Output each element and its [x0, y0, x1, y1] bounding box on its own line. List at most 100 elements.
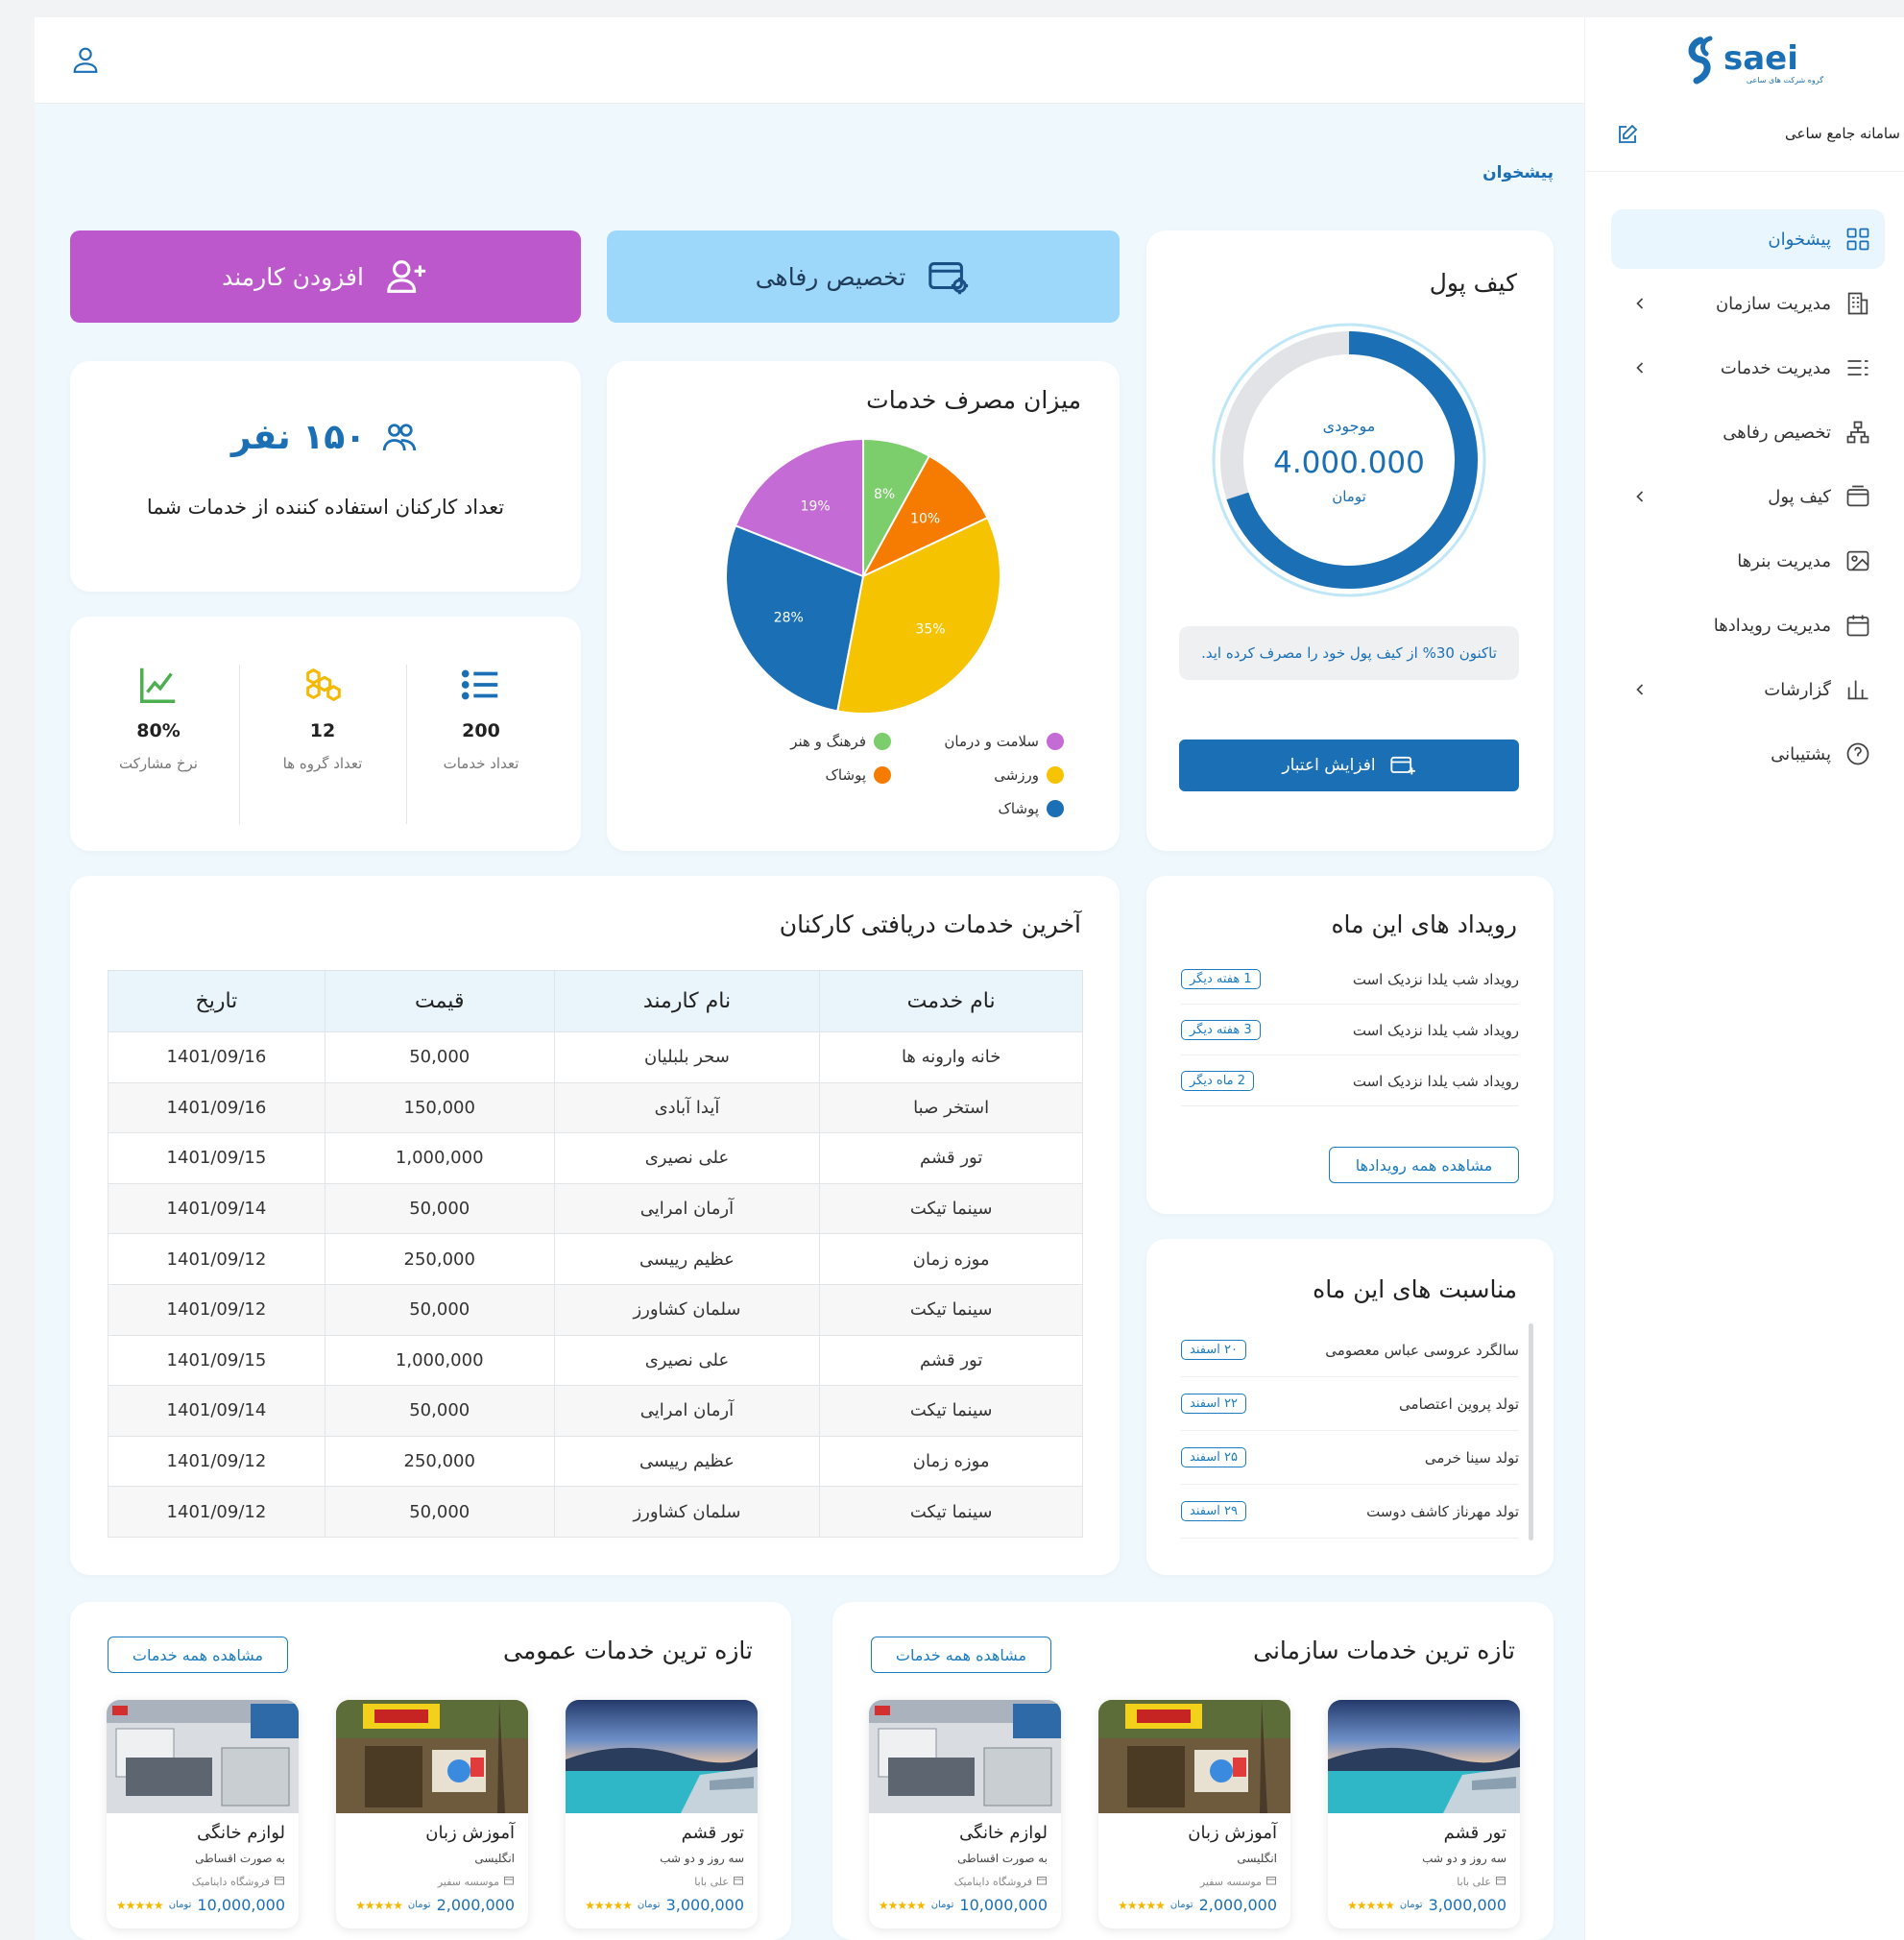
- service-vendor: موسسه سفیر: [1200, 1875, 1277, 1889]
- wallet-usage-note: تاکنون 30% از کیف پول خود را مصرف کرده ا…: [1179, 626, 1519, 680]
- wallet-currency: تومان: [1332, 488, 1366, 505]
- service-name: آموزش زبان: [1188, 1823, 1277, 1843]
- wallet-icon: [1844, 483, 1871, 510]
- table-row[interactable]: سینما تیکت آرمان امرایی 50,000 1401/09/14: [108, 1182, 1083, 1235]
- event-badge: 3 هفته دیگر: [1181, 1020, 1261, 1040]
- user-icon[interactable]: [69, 43, 102, 76]
- table-cell: 1401/09/12: [108, 1233, 325, 1285]
- sidebar-item-4[interactable]: تخصیص رفاهی: [1611, 402, 1885, 462]
- column-header: نام خدمت: [819, 970, 1083, 1032]
- table-cell: تور قشم: [819, 1132, 1083, 1184]
- table-row[interactable]: سینما تیکت سلمان کشاورز 50,000 1401/09/12: [108, 1283, 1083, 1336]
- store-icon: [1495, 1875, 1506, 1889]
- occasion-item[interactable]: تولد مهرناز کاشف دوست ۲۹ اسفند: [1181, 1485, 1519, 1539]
- legend-swatch: [874, 733, 891, 750]
- store-photo: [869, 1700, 1061, 1814]
- calendar-icon: [1844, 612, 1871, 639]
- table-row[interactable]: موزه زمان عظیم رییسی 250,000 1401/09/12: [108, 1435, 1083, 1488]
- stat-participation-value: 80%: [136, 720, 181, 741]
- column-header: قیمت: [324, 970, 555, 1032]
- chevron-left-icon: [1630, 680, 1650, 699]
- legend-swatch: [1047, 766, 1064, 784]
- add-employee-button[interactable]: افزودن کارمند: [70, 230, 581, 323]
- service-vendor: علی بابا: [1457, 1875, 1506, 1889]
- card-settings-icon: [928, 262, 969, 295]
- sidebar-item-label: پشتیبانی: [1771, 743, 1831, 764]
- star-rating-icon: ★★★★★: [115, 1898, 164, 1912]
- service-name: لوازم خانگی: [959, 1823, 1048, 1843]
- table-row[interactable]: موزه زمان عظیم رییسی 250,000 1401/09/12: [108, 1233, 1083, 1285]
- column-header: نام کارمند: [553, 970, 821, 1032]
- sidebar-item-8[interactable]: گزارشات: [1611, 660, 1885, 719]
- sidebar-item-label: تخصیص رفاهی: [1723, 422, 1831, 443]
- hexagons-icon: [306, 667, 341, 702]
- occasion-item[interactable]: تولد پروین اعتصامی ۲۲ اسفند: [1181, 1377, 1519, 1431]
- pie-slice-label: 10%: [910, 511, 940, 526]
- table-row[interactable]: استخر صبا آیدا آبادی 150,000 1401/09/16: [108, 1081, 1083, 1134]
- recent-title: آخرین خدمات دریافتی کارکنان: [779, 910, 1081, 938]
- recent-services-card: آخرین خدمات دریافتی کارکنان نام خدمت نام …: [70, 876, 1120, 1575]
- table-row[interactable]: سینما تیکت آرمان امرایی 50,000 1401/09/14: [108, 1385, 1083, 1437]
- service-card[interactable]: آموزش زبان انگلیسی موسسه سفیر 2,000,000 توما…: [1098, 1700, 1290, 1928]
- table-cell: 50,000: [324, 1283, 555, 1336]
- view-all-org-services-button[interactable]: مشاهده همه خدمات: [871, 1637, 1051, 1673]
- sidebar-item-3[interactable]: مدیریت خدمات: [1611, 338, 1885, 398]
- stat-groups-value: 12: [309, 720, 336, 741]
- table-row[interactable]: تور قشم علی نصیری 1,000,000 1401/09/15: [108, 1334, 1083, 1387]
- chart-title: میزان مصرف خدمات: [866, 386, 1081, 414]
- help-circle-icon: [1844, 740, 1871, 767]
- table-cell: 1401/09/16: [108, 1081, 325, 1134]
- service-subtitle: انگلیسی: [474, 1852, 515, 1865]
- price-currency: تومان: [930, 1900, 954, 1910]
- service-card[interactable]: آموزش زبان انگلیسی موسسه سفیر 2,000,000 توما…: [336, 1700, 528, 1928]
- welfare-allocation-button[interactable]: تخصیص رفاهی: [607, 230, 1120, 323]
- table-cell: 250,000: [324, 1435, 555, 1488]
- school-photo: [336, 1700, 528, 1813]
- edit-icon[interactable]: [1616, 123, 1639, 146]
- line-chart-icon: [140, 667, 176, 703]
- sidebar-item-5[interactable]: کیف پول: [1611, 467, 1885, 526]
- star-rating-icon: ★★★★★: [355, 1898, 403, 1912]
- service-card[interactable]: لوازم خانگی به صورت اقساطی فروشگاه داینامي…: [869, 1700, 1061, 1928]
- service-card[interactable]: تور قشم سه روز و دو شب علی بابا 3,000,000 تو…: [566, 1700, 758, 1928]
- sea-photo: [1328, 1700, 1520, 1813]
- event-item[interactable]: رویداد شب یلدا نزدیک است 3 هفته دیگر: [1181, 1006, 1519, 1055]
- service-subtitle: سه روز و دو شب: [660, 1852, 744, 1865]
- table-row[interactable]: خانه وارونه ها سحر بلبلیان 50,000 1401/09/1…: [108, 1031, 1083, 1083]
- table-cell: تور قشم: [819, 1334, 1083, 1387]
- occasions-scrollbar[interactable]: [1529, 1323, 1533, 1540]
- event-text: رویداد شب یلدا نزدیک است: [1352, 1072, 1519, 1090]
- table-cell: 1401/09/15: [108, 1132, 325, 1184]
- sidebar-item-2[interactable]: مدیریت سازمان: [1611, 274, 1885, 333]
- sidebar-item-6[interactable]: مدیریت بنرها: [1611, 531, 1885, 591]
- topup-button[interactable]: افزایش اعتبار: [1179, 740, 1519, 791]
- stat-services: 200 تعداد خدمات: [414, 663, 548, 772]
- occasion-item[interactable]: تولد سینا خرمی ۲۵ اسفند: [1181, 1431, 1519, 1485]
- occasion-item[interactable]: سالگرد عروسی عباس معصومی ۲۰ اسفند: [1181, 1323, 1519, 1377]
- table-cell: آیدا آبادی: [553, 1081, 821, 1134]
- event-item[interactable]: رویداد شب یلدا نزدیک است 2 ماه دیگر: [1181, 1056, 1519, 1106]
- users-icon: [382, 424, 417, 451]
- usage-pie-chart: 8% 10% 35% 28% 19%: [725, 437, 1001, 715]
- price-currency: تومان: [168, 1900, 192, 1910]
- breadcrumb[interactable]: پیشخوان: [1482, 163, 1554, 182]
- user-plus-icon: [387, 260, 426, 293]
- topup-label: افزایش اعتبار: [1282, 756, 1376, 775]
- table-cell: 1401/09/12: [108, 1435, 325, 1488]
- vendor-name: موسسه سفیر: [437, 1876, 499, 1888]
- vendor-name: موسسه سفیر: [1199, 1876, 1262, 1888]
- sidebar-item-9[interactable]: پشتیبانی: [1611, 724, 1885, 784]
- table-row[interactable]: سینما تیکت سلمان کشاورز 50,000 1401/09/12: [108, 1486, 1083, 1538]
- view-all-events-button[interactable]: مشاهده همه رویدادها: [1329, 1147, 1519, 1183]
- event-item[interactable]: رویداد شب یلدا نزدیک است 1 هفته دیگر: [1181, 955, 1519, 1005]
- sidebar-item-7[interactable]: مدیریت رویدادها: [1611, 595, 1885, 655]
- price-value: 10,000,000: [959, 1896, 1048, 1914]
- service-card[interactable]: لوازم خانگی به صورت اقساطی فروشگاه داینامي…: [107, 1700, 299, 1928]
- service-card[interactable]: تور قشم سه روز و دو شب علی بابا 3,000,000 تو…: [1328, 1700, 1520, 1928]
- table-row[interactable]: تور قشم علی نصیری 1,000,000 1401/09/15: [108, 1132, 1083, 1184]
- sidebar-item-label: مدیریت سازمان: [1715, 293, 1831, 314]
- view-all-public-services-button[interactable]: مشاهده همه خدمات: [108, 1637, 288, 1673]
- saei-logo[interactable]: saei گروه شرکت های ساعی: [1683, 31, 1827, 90]
- occasions-title: مناسبت های این ماه: [1313, 1275, 1517, 1303]
- sidebar-item-1[interactable]: پیشخوان: [1611, 209, 1885, 269]
